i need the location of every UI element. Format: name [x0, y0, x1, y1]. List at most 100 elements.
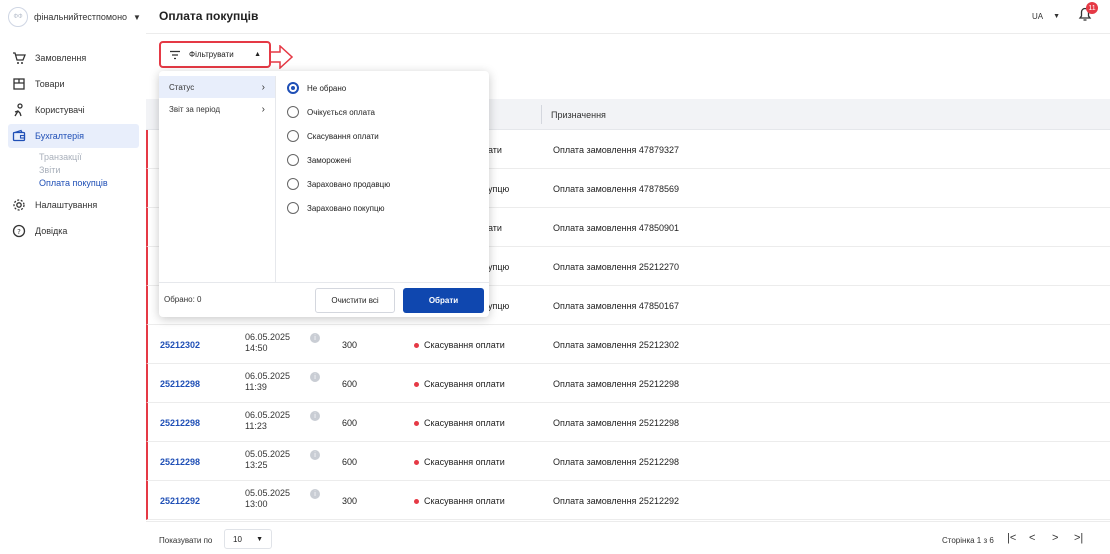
cart-icon — [12, 51, 26, 65]
date-cell: 06.05.2025 14:50 — [245, 332, 290, 354]
language-selector[interactable]: UA ▼ — [1032, 12, 1060, 21]
sidebar-item-users[interactable]: Користувачі — [8, 98, 139, 122]
info-icon[interactable]: i — [310, 333, 320, 343]
page-info: Сторінка 1 з 6 — [942, 536, 994, 545]
filter-option[interactable]: Не обрано — [287, 80, 346, 96]
clear-all-button[interactable]: Очистити всі — [315, 288, 395, 313]
date-value: 05.05.2025 — [245, 449, 291, 459]
filter-option[interactable]: Заморожені — [287, 152, 351, 168]
chevron-right-icon: › — [261, 81, 265, 93]
filter-panel-footer: Обрано: 0 Очистити всі Обрати — [159, 282, 489, 317]
sidebar-item-products[interactable]: Товари — [8, 72, 139, 96]
store-avatar: ФФ — [8, 7, 28, 27]
notification-badge: 11 — [1086, 2, 1098, 14]
info-icon[interactable]: i — [310, 372, 320, 382]
order-id-link[interactable]: 25212292 — [160, 496, 200, 506]
status-cell: ати — [488, 145, 502, 155]
purpose-cell: Оплата замовлення 25212270 — [553, 262, 679, 272]
caret-down-icon: ▼ — [1053, 13, 1061, 20]
status-cell: упцю — [488, 301, 509, 311]
filter-button-label: Фільтрувати — [189, 50, 234, 59]
filter-option-label: Зараховано продавцю — [307, 179, 391, 189]
table-row[interactable]: 25212298 06.05.2025 11:23 i 600 Скасування оп… — [146, 403, 1110, 442]
sidebar-subitem-customer-payments[interactable]: Оплата покупців — [8, 176, 139, 189]
per-page-select[interactable]: 10 ▼ — [224, 529, 272, 549]
help-icon: ? — [12, 224, 26, 238]
filter-option[interactable]: Зараховано покупцю — [287, 200, 385, 216]
filter-option[interactable]: Скасування оплати — [287, 128, 379, 144]
radio-button[interactable] — [287, 130, 299, 142]
order-id-link[interactable]: 25212298 — [160, 418, 200, 428]
status-label: Скасування оплати — [424, 379, 505, 389]
filter-icon — [170, 50, 180, 59]
date-value: 06.05.2025 — [245, 332, 291, 342]
time-value: 11:39 — [245, 382, 267, 392]
filter-option-label: Очікується оплата — [307, 107, 375, 117]
purpose-cell: Оплата замовлення 25212298 — [553, 418, 679, 428]
wallet-icon — [12, 129, 26, 143]
purpose-cell: Оплата замовлення 25212302 — [553, 340, 679, 350]
purpose-cell: Оплата замовлення 25212292 — [553, 496, 679, 506]
filter-option-label: Заморожені — [307, 155, 352, 165]
amount-cell: 300 — [342, 496, 358, 506]
status-label: упцю — [488, 184, 510, 194]
first-page-icon[interactable]: |< — [1007, 532, 1016, 544]
table-row[interactable]: 25212298 05.05.2025 13:25 i 600 Скасування оп… — [146, 442, 1110, 481]
language-value: UA — [1032, 12, 1044, 21]
filter-option[interactable]: Очікується оплата — [287, 104, 375, 120]
status-dot-icon — [414, 420, 419, 426]
filter-category-label: Звіт за період — [169, 104, 221, 114]
date-cell: 06.05.2025 11:23 — [245, 410, 290, 432]
purpose-cell: Оплата замовлення 25212298 — [553, 379, 679, 389]
prev-page-icon[interactable]: < — [1029, 532, 1035, 544]
store-switcher[interactable]: ФФ фінальнийтестпомоно ▼ — [8, 6, 141, 28]
radio-button[interactable] — [287, 106, 299, 118]
radio-button[interactable] — [287, 202, 299, 214]
order-id-link[interactable]: 25212298 — [160, 379, 200, 389]
filter-category-status[interactable]: Статус › — [159, 76, 275, 98]
table-row[interactable]: 25212302 06.05.2025 14:50 i 300 Скасування оп… — [146, 325, 1110, 364]
sidebar-subitem-reports[interactable]: Звіти — [8, 163, 139, 176]
time-value: 11:23 — [245, 421, 267, 431]
status-label: Скасування оплати — [424, 418, 505, 428]
next-page-icon[interactable]: > — [1052, 532, 1058, 544]
store-name: фінальнийтестпомоно — [34, 12, 128, 22]
info-icon[interactable]: i — [310, 450, 320, 460]
per-page-label: Показувати по — [159, 536, 213, 545]
sidebar-item-label: Замовлення — [35, 53, 87, 63]
chevron-right-icon: › — [261, 103, 265, 115]
header-divider — [146, 33, 1110, 34]
table-row[interactable]: 25212292 05.05.2025 13:00 i 300 Скасування оп… — [146, 481, 1110, 520]
filter-panel: Статус › Звіт за період › Не обрано Очіку… — [159, 71, 489, 317]
radio-button[interactable] — [287, 82, 299, 94]
status-dot-icon — [414, 498, 419, 504]
order-id-link[interactable]: 25212302 — [160, 340, 200, 350]
caret-up-icon: ▲ — [254, 51, 261, 58]
filter-category-label: Статус — [169, 82, 195, 92]
gear-icon — [12, 198, 26, 212]
sidebar-item-accounting[interactable]: Бухгалтерія — [8, 124, 139, 148]
radio-button[interactable] — [287, 178, 299, 190]
table-row[interactable]: 25212298 06.05.2025 11:39 i 600 Скасування оп… — [146, 364, 1110, 403]
filter-button[interactable]: Фільтрувати ▲ — [159, 41, 271, 68]
sidebar-subitem-transactions[interactable]: Транзакції — [8, 150, 139, 163]
info-icon[interactable]: i — [310, 411, 320, 421]
status-cell: ати — [488, 223, 502, 233]
sidebar-item-label: Довідка — [35, 226, 68, 236]
info-icon[interactable]: i — [310, 489, 320, 499]
status-cell: упцю — [488, 262, 509, 272]
sidebar-item-label: Налаштування — [35, 200, 98, 210]
sidebar-item-settings[interactable]: Налаштування — [8, 193, 139, 217]
filter-category-period[interactable]: Звіт за період › — [159, 98, 275, 120]
filter-option[interactable]: Зараховано продавцю — [287, 176, 390, 192]
order-id-link[interactable]: 25212298 — [160, 457, 200, 467]
sidebar-item-orders[interactable]: Замовлення — [8, 46, 139, 70]
apply-button[interactable]: Обрати — [403, 288, 484, 313]
last-page-icon[interactable]: >| — [1074, 532, 1083, 544]
status-cell: Скасування оплати — [414, 340, 505, 350]
sidebar-item-label: Користувачі — [35, 105, 85, 115]
amount-cell: 600 — [342, 457, 358, 467]
radio-button[interactable] — [287, 154, 299, 166]
date-value: 05.05.2025 — [245, 488, 291, 498]
sidebar-item-help[interactable]: ? Довідка — [8, 219, 139, 243]
